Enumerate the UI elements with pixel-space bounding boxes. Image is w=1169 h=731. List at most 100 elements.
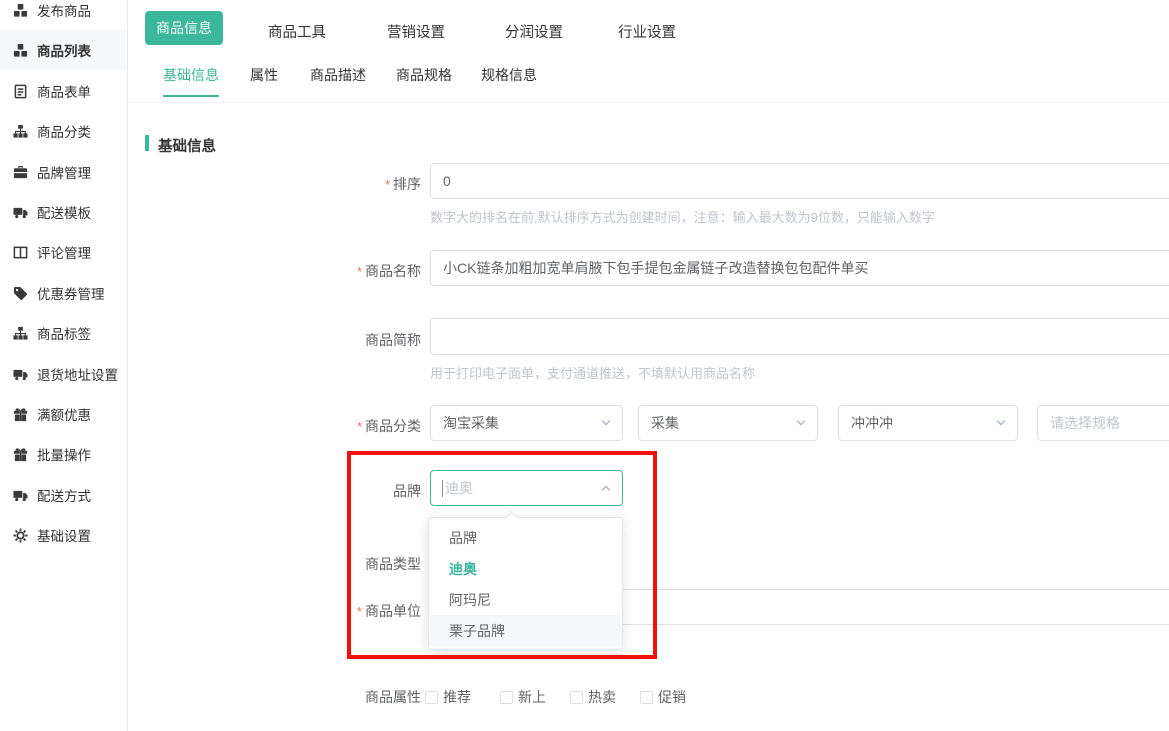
tab-profit-settings[interactable]: 分润设置	[505, 21, 563, 42]
sidebar-item-return-address[interactable]: 退货地址设置	[0, 354, 127, 394]
subtab-product-spec[interactable]: 商品规格	[396, 65, 452, 95]
truck-icon	[13, 488, 28, 503]
required-asterisk: *	[357, 264, 362, 279]
sidebar-item-coupon-manage[interactable]: 优惠券管理	[0, 273, 127, 313]
checkbox-label: 新上	[518, 687, 546, 707]
tab-industry-settings[interactable]: 行业设置	[618, 21, 676, 42]
category-select-level1[interactable]: 淘宝采集	[430, 405, 623, 441]
cubes-icon	[13, 3, 28, 18]
sidebar-item-label: 配送方式	[37, 485, 91, 505]
category-select-level3[interactable]: 冲冲冲	[838, 405, 1018, 441]
sidebar-item-publish-product[interactable]: 发布商品	[0, 0, 127, 30]
sidebar-item-label: 商品列表	[37, 40, 91, 60]
sidebar-item-label: 配送模板	[37, 202, 91, 222]
chevron-down-icon	[600, 417, 612, 429]
brand-option-lizi[interactable]: 栗子品牌	[429, 615, 622, 646]
product-name-label: *商品名称	[221, 261, 421, 281]
checkbox-icon	[640, 691, 653, 704]
required-asterisk: *	[385, 177, 390, 192]
brand-label: 品牌	[221, 481, 421, 501]
columns-icon	[13, 245, 28, 260]
sidebar-item-product-form[interactable]: 商品表单	[0, 71, 127, 111]
chevron-down-icon	[995, 417, 1007, 429]
checkbox-icon	[500, 691, 513, 704]
chevron-down-icon	[795, 417, 807, 429]
sidebar-item-product-list[interactable]: 商品列表	[0, 30, 127, 70]
sidebar-item-label: 商品标签	[37, 323, 91, 343]
file-icon	[13, 84, 28, 99]
brand-option-armani[interactable]: 阿玛尼	[429, 584, 622, 615]
tab-product-info[interactable]: 商品信息	[145, 11, 223, 45]
brand-select[interactable]: 迪奥	[430, 470, 623, 506]
subtab-spec-info[interactable]: 规格信息	[481, 65, 537, 95]
sidebar-item-label: 评论管理	[37, 242, 91, 262]
short-name-helper-text: 用于打印电子面单，支付通道推送，不填默认用商品名称	[430, 363, 755, 382]
brand-option-dior[interactable]: 迪奥	[429, 553, 622, 584]
checkbox-promotion[interactable]: 促销	[640, 687, 686, 707]
short-name-input[interactable]	[430, 318, 1169, 355]
checkbox-label: 热卖	[588, 687, 616, 707]
checkbox-label: 推荐	[443, 687, 471, 707]
checkbox-icon	[425, 691, 438, 704]
gear-icon	[13, 528, 28, 543]
select-value: 采集	[651, 413, 679, 433]
checkbox-new[interactable]: 新上	[500, 687, 546, 707]
truck-icon	[13, 367, 28, 382]
sidebar-item-product-category[interactable]: 商品分类	[0, 111, 127, 151]
tab-product-tools[interactable]: 商品工具	[268, 21, 326, 42]
select-value: 淘宝采集	[443, 413, 499, 433]
required-asterisk: *	[357, 419, 362, 434]
product-name-input[interactable]	[430, 250, 1169, 286]
subtab-attributes[interactable]: 属性	[250, 65, 278, 95]
checkbox-recommend[interactable]: 推荐	[425, 687, 471, 707]
sidebar-item-label: 发布商品	[37, 0, 91, 20]
checkbox-hot[interactable]: 热卖	[570, 687, 616, 707]
truck-icon	[13, 205, 28, 220]
required-asterisk: *	[357, 604, 362, 619]
text-cursor	[442, 480, 443, 497]
select-placeholder: 请选择规格	[1050, 413, 1120, 433]
tab-marketing-settings[interactable]: 营销设置	[387, 21, 445, 42]
section-accent-bar	[145, 135, 149, 151]
sidebar-item-brand-manage[interactable]: 品牌管理	[0, 152, 127, 192]
section-title: 基础信息	[158, 135, 216, 156]
cubes-icon	[13, 43, 28, 58]
attributes-label: 商品属性	[221, 687, 421, 707]
sort-input[interactable]	[430, 163, 1169, 199]
sidebar-item-label: 商品表单	[37, 81, 91, 101]
sidebar-item-delivery-template[interactable]: 配送模板	[0, 192, 127, 232]
brand-dropdown: 品牌 迪奥 阿玛尼 栗子品牌	[428, 517, 623, 650]
sidebar-item-full-discount[interactable]: 满额优惠	[0, 394, 127, 434]
checkbox-icon	[570, 691, 583, 704]
divider	[129, 102, 1169, 103]
sidebar-item-label: 满额优惠	[37, 404, 91, 424]
sidebar-item-label: 品牌管理	[37, 162, 91, 182]
brand-option-pinpai[interactable]: 品牌	[429, 522, 622, 553]
short-name-label: 商品简称	[221, 330, 421, 350]
unit-label: *商品单位	[221, 601, 421, 621]
sidebar-item-delivery-method[interactable]: 配送方式	[0, 475, 127, 515]
subtab-basic-info[interactable]: 基础信息	[163, 65, 219, 97]
brand-select-placeholder: 迪奥	[445, 478, 600, 498]
sidebar-item-batch-operation[interactable]: 批量操作	[0, 434, 127, 474]
category-label: *商品分类	[221, 416, 421, 436]
sitemap-icon	[13, 124, 28, 139]
gift-icon	[13, 407, 28, 422]
select-value: 冲冲冲	[851, 413, 893, 433]
category-select-level2[interactable]: 采集	[638, 405, 818, 441]
sidebar-item-label: 基础设置	[37, 525, 91, 545]
sidebar-item-basic-setting[interactable]: 基础设置	[0, 515, 127, 555]
subtab-product-description[interactable]: 商品描述	[310, 65, 366, 95]
sidebar-item-label: 商品分类	[37, 121, 91, 141]
sidebar-item-comment-manage[interactable]: 评论管理	[0, 232, 127, 272]
chevron-up-icon	[600, 482, 612, 494]
product-type-label: 商品类型	[221, 554, 421, 574]
sidebar-item-label: 退货地址设置	[37, 364, 118, 384]
checkbox-label: 促销	[658, 687, 686, 707]
tab-label: 商品信息	[156, 18, 212, 38]
sidebar-item-label: 批量操作	[37, 444, 91, 464]
category-select-spec[interactable]: 请选择规格	[1037, 405, 1169, 441]
sort-helper-text: 数字大的排名在前,默认排序方式为创建时间，注意：输入最大数为9位数，只能输入数字	[430, 207, 935, 226]
sidebar-item-product-tag[interactable]: 商品标签	[0, 313, 127, 353]
tag-icon	[13, 286, 28, 301]
